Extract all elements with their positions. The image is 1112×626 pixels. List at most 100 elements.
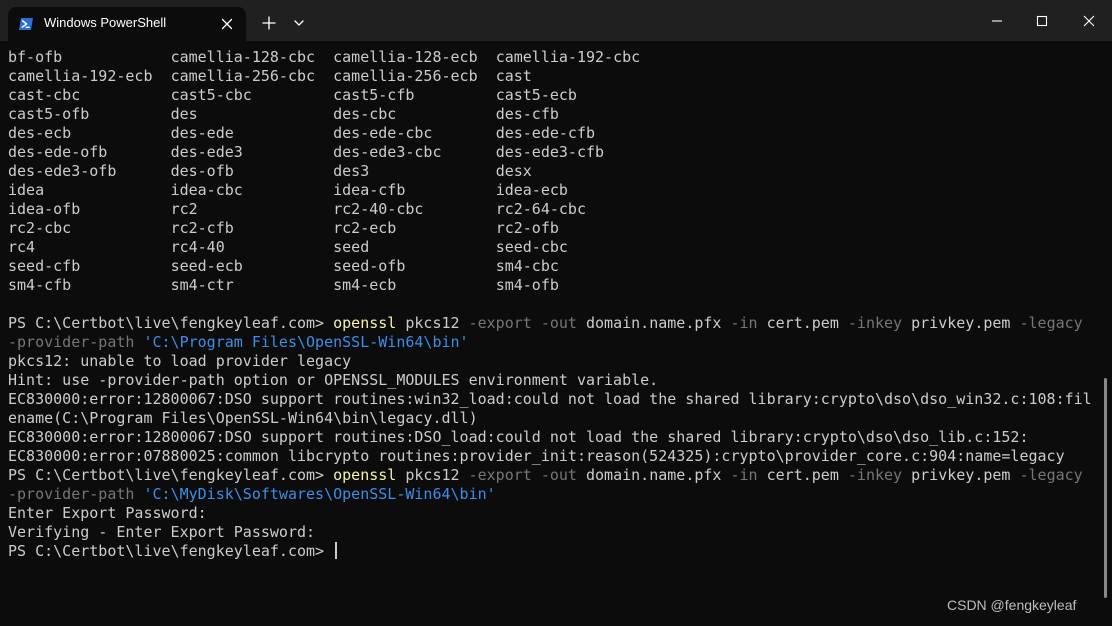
output-line: EC830000:error:07880025:common libcrypto… [8, 447, 1065, 465]
chevron-down-icon[interactable] [289, 13, 309, 33]
cipher-name: desx [495, 162, 532, 180]
output-line: EC830000:error:12800067:DSO support rout… [8, 428, 1029, 446]
cipher-row: des-ede3-ofb des-ofb des3 desx [8, 162, 1104, 181]
text-token: domain.name.pfx [576, 314, 731, 332]
parameter-token: -inkey [847, 314, 903, 332]
cipher-name: des-ede3-ofb [8, 162, 171, 180]
cipher-name: rc2-ecb [333, 219, 496, 237]
text-token: privkey.pem [902, 314, 1020, 332]
cipher-name: rc2-cfb [170, 219, 334, 237]
cipher-name: camellia-192-cbc [495, 48, 641, 66]
text-token: domain.name.pfx [576, 466, 731, 484]
cipher-name: camellia-128-ecb [333, 48, 496, 66]
text-token: cert.pem [757, 314, 848, 332]
cipher-name: rc2-40-cbc [333, 200, 496, 218]
cipher-name: camellia-256-ecb [333, 67, 496, 85]
tab-windows-powershell[interactable]: Windows PowerShell [8, 7, 246, 41]
cipher-name: cast-cbc [8, 86, 171, 104]
command-line: PS C:\Certbot\live\fengkeyleaf.com> open… [8, 466, 1104, 485]
cipher-name: seed-ecb [170, 257, 334, 275]
cipher-name: rc4-40 [170, 238, 334, 256]
scrollbar[interactable] [1104, 378, 1107, 598]
minimize-icon[interactable] [987, 11, 1007, 31]
cipher-name: rc4 [8, 238, 171, 256]
cipher-name: des-ecb [8, 124, 171, 142]
cipher-name: des-cfb [495, 105, 559, 123]
prompt-text: PS C:\Certbot\live\fengkeyleaf.com> [8, 542, 334, 560]
parameter-token: -provider-path [8, 333, 135, 351]
text-token: cert.pem [757, 466, 848, 484]
cipher-name: cast [495, 67, 532, 85]
cipher-name: camellia-128-cbc [170, 48, 334, 66]
cipher-row: idea-ofb rc2 rc2-40-cbc rc2-64-cbc [8, 200, 1104, 219]
text-token: pkcs12 [396, 314, 469, 332]
cipher-name: des-ede3 [170, 143, 334, 161]
plus-icon[interactable] [259, 13, 279, 33]
close-icon[interactable] [1079, 11, 1099, 31]
cipher-name: seed-ofb [333, 257, 496, 275]
cipher-name: des-ede-ofb [8, 143, 171, 161]
command-line: -provider-path 'C:\MyDisk\Softwares\Open… [8, 485, 1104, 504]
cipher-row: seed-cfb seed-ecb seed-ofb sm4-cbc [8, 257, 1104, 276]
cipher-name: cast5-cfb [333, 86, 496, 104]
cipher-name: rc2 [170, 200, 334, 218]
command-token: openssl [333, 466, 397, 484]
maximize-icon[interactable] [1032, 11, 1052, 31]
cipher-name: cast5-ofb [8, 105, 171, 123]
cipher-name: idea-cfb [333, 181, 496, 199]
text-token: PS C:\Certbot\live\fengkeyleaf.com> [8, 466, 334, 484]
cipher-name: camellia-192-ecb [8, 67, 171, 85]
prompt-line: PS C:\Certbot\live\fengkeyleaf.com> [8, 542, 1104, 561]
tab-title: Windows PowerShell [44, 15, 167, 30]
cipher-name: idea-cbc [170, 181, 334, 199]
cipher-row: cast5-ofb des des-cbc des-cfb [8, 105, 1104, 124]
cipher-name: sm4-ecb [333, 276, 496, 294]
string-token: 'C:\Program Files\OpenSSL-Win64\bin' [143, 333, 469, 351]
output-line: Verifying - Enter Export Password: [8, 523, 316, 541]
terminal-output[interactable]: bf-ofb camellia-128-cbc camellia-128-ecb… [8, 48, 1104, 561]
parameter-token: -inkey [847, 466, 903, 484]
cipher-name: des3 [333, 162, 496, 180]
parameter-token: -legacy [1019, 466, 1083, 484]
cipher-name: des-cbc [333, 105, 496, 123]
cipher-name: des-ede3-cfb [495, 143, 605, 161]
powershell-icon [19, 18, 33, 30]
cipher-name: seed-cbc [495, 238, 568, 256]
cipher-name: sm4-cfb [8, 276, 171, 294]
cipher-name: rc2-64-cbc [495, 200, 586, 218]
cipher-name: idea-ecb [495, 181, 568, 199]
cipher-name: idea [8, 181, 171, 199]
cipher-name: bf-ofb [8, 48, 171, 66]
text-cursor [335, 542, 338, 559]
parameter-token: -legacy [1019, 314, 1083, 332]
parameter-token: -export [468, 314, 532, 332]
text-token: PS C:\Certbot\live\fengkeyleaf.com> [8, 314, 334, 332]
cipher-name: sm4-ctr [170, 276, 334, 294]
parameter-token: -in [730, 314, 758, 332]
cipher-row: bf-ofb camellia-128-cbc camellia-128-ecb… [8, 48, 1104, 67]
text-token: privkey.pem [902, 466, 1020, 484]
cipher-row: rc2-cbc rc2-cfb rc2-ecb rc2-ofb [8, 219, 1104, 238]
output-line: ename(C:\Program Files\OpenSSL-Win64\bin… [8, 409, 478, 427]
close-icon[interactable] [218, 15, 236, 33]
output-line: Enter Export Password: [8, 504, 207, 522]
cipher-row: rc4 rc4-40 seed seed-cbc [8, 238, 1104, 257]
cipher-name: des-ede-cfb [495, 124, 596, 142]
cipher-name: idea-ofb [8, 200, 171, 218]
cipher-name: cast5-cbc [170, 86, 334, 104]
command-line: -provider-path 'C:\Program Files\OpenSSL… [8, 333, 1104, 352]
cipher-name: des [170, 105, 334, 123]
cipher-name: seed [333, 238, 496, 256]
cipher-row: des-ecb des-ede des-ede-cbc des-ede-cfb [8, 124, 1104, 143]
cipher-name: sm4-cbc [495, 257, 559, 275]
cipher-row: sm4-cfb sm4-ctr sm4-ecb sm4-ofb [8, 276, 1104, 295]
cipher-name: seed-cfb [8, 257, 171, 275]
command-token: openssl [333, 314, 397, 332]
cipher-name: des-ede-cbc [333, 124, 496, 142]
title-bar[interactable]: Windows PowerShell [0, 0, 1112, 41]
output-line: pkcs12: unable to load provider legacy [8, 352, 352, 370]
parameter-token: -in [730, 466, 758, 484]
cipher-name: des-ede [170, 124, 334, 142]
